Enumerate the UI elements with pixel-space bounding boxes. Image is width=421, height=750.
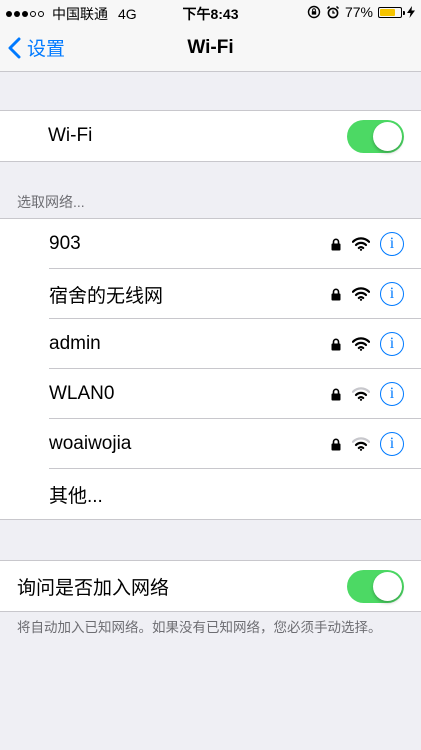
lock-icon <box>331 388 341 400</box>
lock-icon <box>331 238 341 250</box>
alarm-icon <box>326 5 339 19</box>
lock-icon <box>331 338 341 350</box>
info-icon[interactable]: i <box>380 432 404 456</box>
info-icon[interactable]: i <box>380 232 404 256</box>
network-name: woaiwojia <box>49 433 132 454</box>
networks-list: 903 i 宿舍的无线网 i admin i WLAN0 i woaiwojia… <box>0 218 421 520</box>
lock-icon <box>331 438 341 450</box>
wifi-strong-icon <box>352 237 370 251</box>
other-network-row[interactable]: 其他... <box>0 469 421 519</box>
network-row[interactable]: 903 i <box>0 219 421 269</box>
wifi-medium-icon <box>352 437 370 451</box>
status-right: 77% <box>302 4 415 20</box>
networks-section-header: 选取网络... <box>17 194 85 210</box>
battery-percent: 77% <box>344 4 373 20</box>
lock-icon <box>331 288 341 300</box>
page-title: Wi-Fi <box>187 37 234 58</box>
wifi-strong-icon <box>352 337 370 351</box>
network-row[interactable]: 宿舍的无线网 i <box>0 269 421 319</box>
status-bar: 中国联通 4G 下午8:43 77% <box>0 0 421 24</box>
wifi-strong-icon <box>352 287 370 301</box>
charging-bolt-icon <box>407 6 415 18</box>
wifi-toggle-row: Wi-Fi <box>0 111 421 161</box>
network-name: 宿舍的无线网 <box>49 285 164 307</box>
info-icon[interactable]: i <box>380 332 404 356</box>
ask-join-row: 询问是否加入网络 <box>0 561 421 611</box>
other-network-label: 其他... <box>49 485 103 507</box>
ask-join-group: 询问是否加入网络 <box>0 560 421 612</box>
wifi-toggle-switch[interactable] <box>347 120 404 153</box>
network-row[interactable]: woaiwojia i <box>0 419 421 469</box>
wifi-toggle-group: Wi-Fi <box>0 110 421 162</box>
wifi-toggle-label: Wi-Fi <box>48 125 93 146</box>
wifi-medium-icon <box>352 387 370 401</box>
ask-join-toggle-switch[interactable] <box>347 570 404 603</box>
ask-join-note: 将自动加入已知网络。如果没有已知网络，您必须手动选择。 <box>17 620 382 635</box>
battery-icon <box>378 6 405 18</box>
network-row[interactable]: WLAN0 i <box>0 369 421 419</box>
toggle-knob <box>373 572 402 601</box>
navigation-bar: 设置 Wi-Fi <box>0 24 421 72</box>
network-name: admin <box>49 333 101 354</box>
info-icon[interactable]: i <box>380 382 404 406</box>
rotation-lock-icon <box>307 5 321 19</box>
info-icon[interactable]: i <box>380 282 404 306</box>
toggle-knob <box>373 122 402 151</box>
network-name: 903 <box>49 233 81 254</box>
network-name: WLAN0 <box>49 383 115 404</box>
network-row[interactable]: admin i <box>0 319 421 369</box>
ask-join-label: 询问是否加入网络 <box>17 577 170 599</box>
